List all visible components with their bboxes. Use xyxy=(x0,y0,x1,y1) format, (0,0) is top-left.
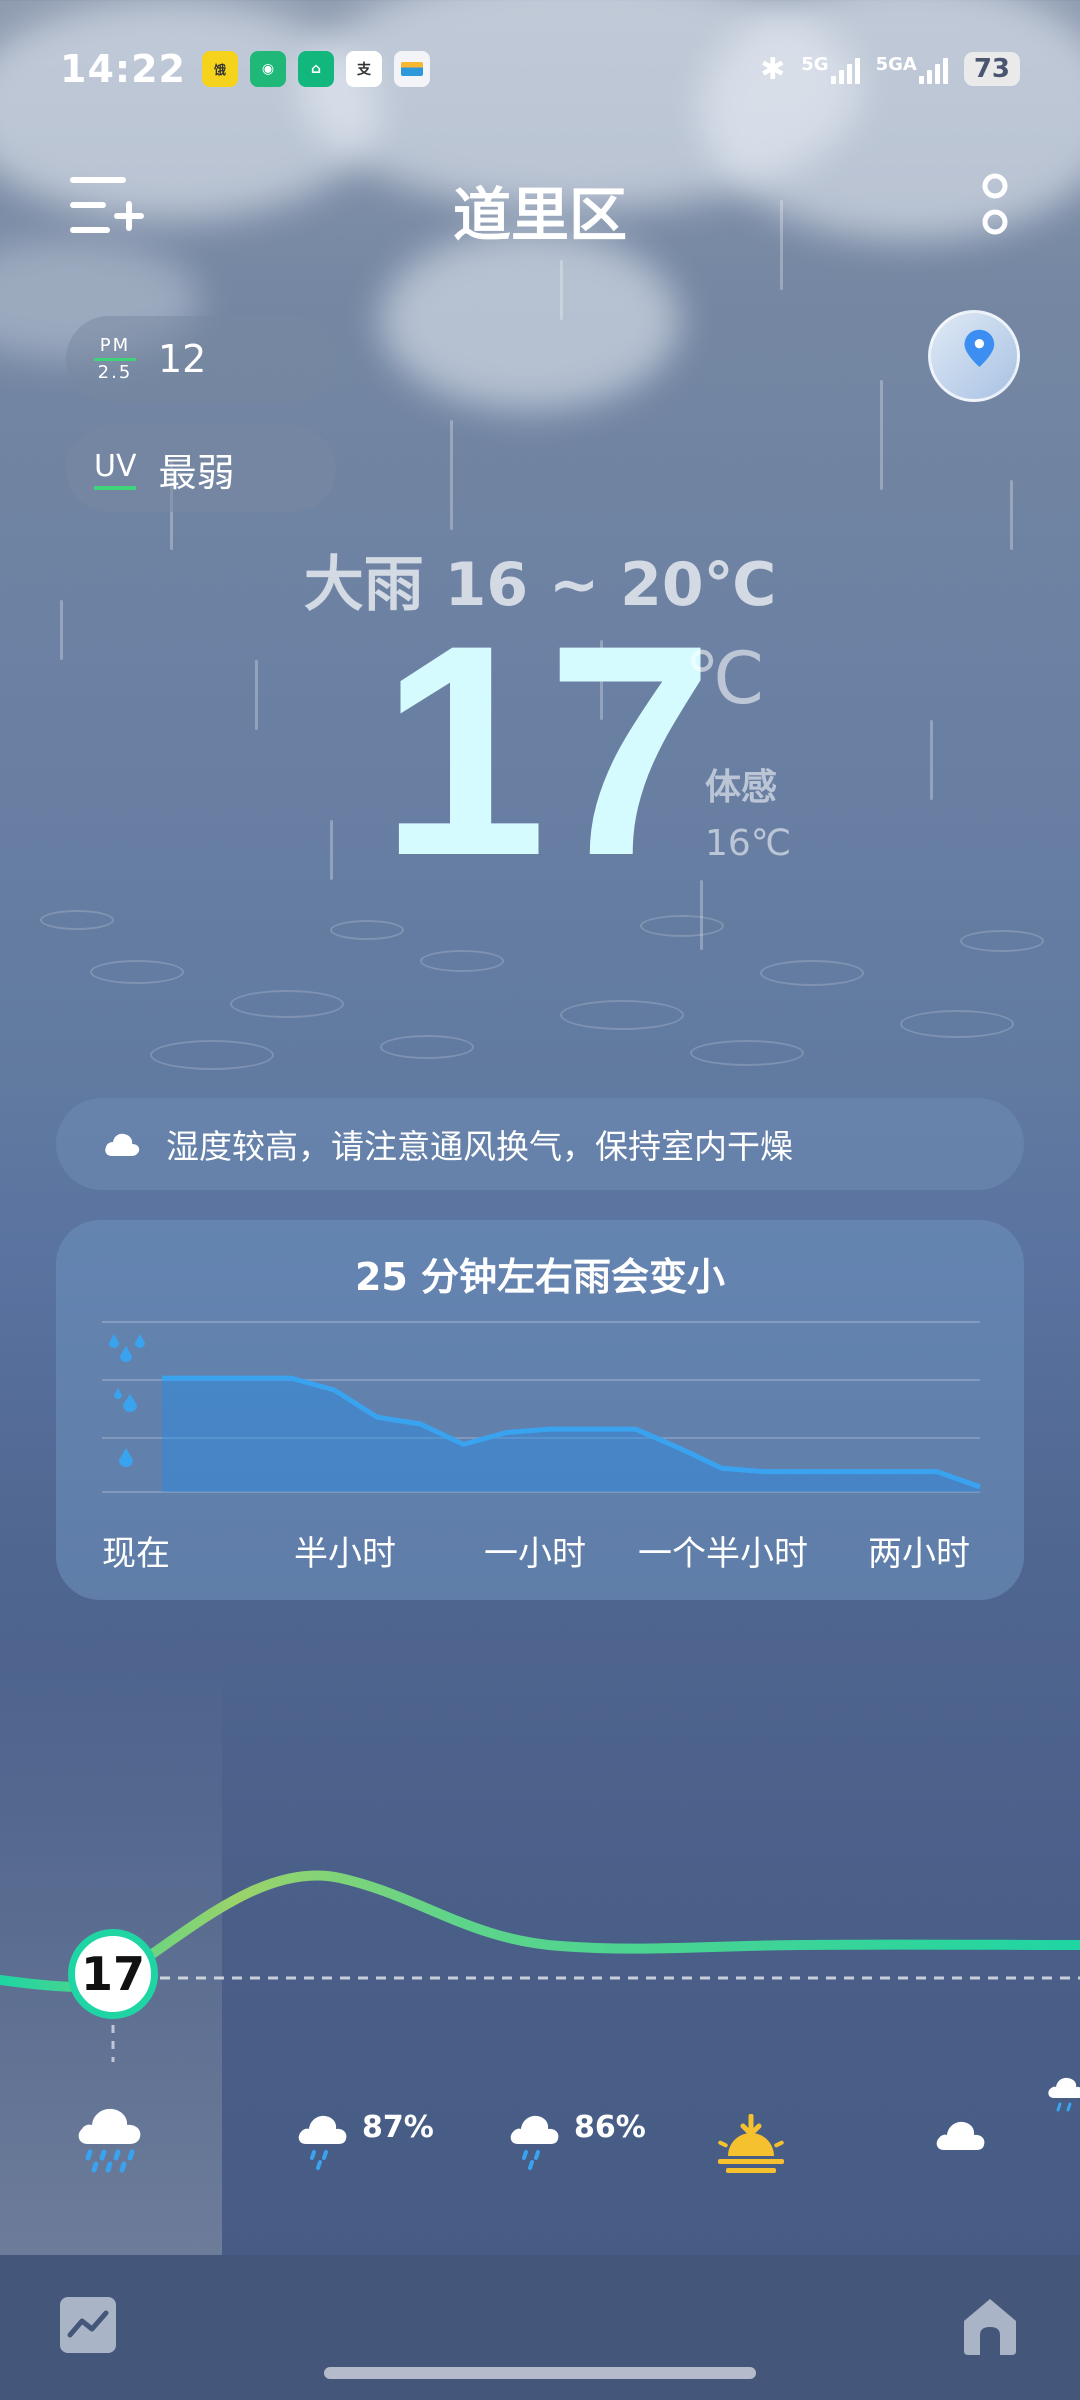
pm25-value: 12 xyxy=(158,337,207,381)
wallet-icon xyxy=(393,51,430,87)
x-label-two-hours: 两小时 xyxy=(868,1534,970,1574)
temperature-unit: ℃ xyxy=(684,636,765,720)
feels-like: 体感 16℃ xyxy=(705,767,792,864)
more-options-icon[interactable] xyxy=(980,172,1010,236)
eleme-icon: 饿 xyxy=(201,51,238,87)
current-temperature: 17 xyxy=(380,582,714,918)
map-button[interactable] xyxy=(928,310,1020,402)
bluetooth-icon: ✱ xyxy=(760,51,786,87)
light-rain-drop-icon xyxy=(119,1448,133,1467)
clock: 14:22 xyxy=(60,47,186,91)
top-bar: 道里区 xyxy=(0,160,1080,250)
rain-icon xyxy=(298,2115,347,2170)
sunset-icon xyxy=(718,2114,784,2173)
x-label-one-hour: 一小时 xyxy=(484,1534,586,1574)
home-icon[interactable] xyxy=(960,2295,1020,2357)
trend-chart-icon[interactable] xyxy=(60,2297,116,2353)
housing-icon: ⌂ xyxy=(297,51,334,87)
city-title: 道里区 xyxy=(452,181,627,249)
signal-icon xyxy=(918,54,948,84)
location-pin-icon xyxy=(964,329,995,367)
battery-indicator: 73 xyxy=(963,52,1020,86)
cat-icon: ◉ xyxy=(249,51,286,87)
precipitation-area xyxy=(162,1378,980,1492)
signal-icon xyxy=(830,54,860,84)
gesture-handle[interactable] xyxy=(324,2367,756,2379)
network-5ga: 5GA xyxy=(876,54,948,84)
humidity-tip[interactable]: 湿度较高，请注意通风换气，保持室内干燥 xyxy=(56,1098,1024,1190)
current-temp-bubble: 17 xyxy=(68,1929,158,2019)
pm25-icon: PM 2.5 xyxy=(94,335,136,383)
tip-text: 湿度较高，请注意通风换气，保持室内干燥 xyxy=(166,1127,793,1166)
network-5g: 5G xyxy=(801,54,860,84)
pm25-pill[interactable]: PM 2.5 12 xyxy=(66,316,336,402)
status-bar: 14:22 饿 ◉ ⌂ 支 ✱ 5G 5GA 73 xyxy=(60,44,1020,94)
bottom-bar xyxy=(0,2255,1080,2400)
uv-value: 最弱 xyxy=(158,450,235,495)
cloud-icon xyxy=(105,1133,140,1156)
rain-icon xyxy=(510,2115,559,2170)
uv-icon: UV xyxy=(94,449,137,490)
x-label-now: 现在 xyxy=(102,1534,170,1574)
cloud-icon xyxy=(936,2121,985,2150)
precip-probability: 87% xyxy=(362,2110,434,2145)
medium-rain-drops-icon xyxy=(114,1388,137,1412)
temperature-curve xyxy=(0,1870,1080,2062)
precipitation-card[interactable]: 25 分钟左右雨会变小 现在 半小时 一小时 一个半小时 两小时 xyxy=(56,1220,1024,1600)
rain-icon xyxy=(1048,2077,1080,2112)
alipay-icon: 支 xyxy=(345,51,382,87)
x-label-one-and-half-hour: 一个半小时 xyxy=(638,1534,808,1574)
heavy-rain-drops-icon xyxy=(109,1334,145,1362)
uv-pill[interactable]: UV 最弱 xyxy=(66,426,336,512)
x-label-half-hour: 半小时 xyxy=(294,1534,396,1574)
precip-probability: 86% xyxy=(574,2110,646,2145)
heavy-rain-icon xyxy=(78,2108,141,2173)
notification-icons: 饿 ◉ ⌂ 支 xyxy=(201,51,430,87)
